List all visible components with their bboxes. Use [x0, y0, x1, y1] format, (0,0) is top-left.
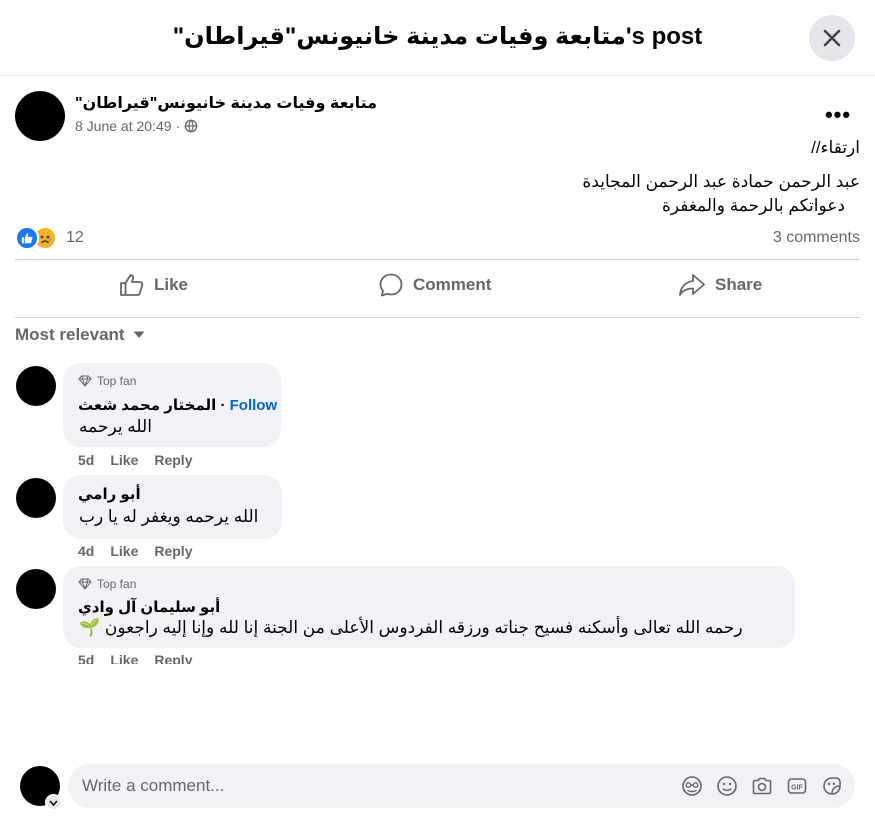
emoji-icon[interactable]: [716, 775, 738, 797]
comment-label: Comment: [413, 275, 492, 294]
avatar-sticker-icon[interactable]: [681, 775, 703, 797]
comment-sort-dropdown[interactable]: Most relevant: [15, 325, 145, 345]
comment-bubble: أبو رامي الله يرحمه ويغفر له يا رب: [63, 475, 282, 539]
modal-title: "متابعة وفيات مدينة خانيونس"قيراطان's po…: [172, 23, 703, 50]
share-icon: [679, 274, 705, 296]
sort-label: Most relevant: [15, 325, 125, 344]
diamond-icon: [78, 578, 92, 590]
top-fan-label: Top fan: [97, 577, 137, 591]
comment-text: رحمه الله تعالى وأسكنه فسيح جناته ورزقه …: [79, 618, 743, 637]
commenter-name[interactable]: أبو رامي: [78, 485, 141, 503]
diamond-icon: [78, 375, 92, 387]
reactions-summary[interactable]: 12: [15, 226, 84, 250]
like-label: Like: [154, 275, 189, 294]
top-fan-badge: Top fan: [78, 374, 136, 388]
commenter-name-text[interactable]: المختار محمد شعث: [78, 397, 216, 414]
post-author-avatar[interactable]: [15, 91, 65, 141]
commenter-avatar[interactable]: [16, 569, 56, 609]
more-options-button[interactable]: •••: [818, 100, 858, 130]
comment-reply-button[interactable]: Reply: [154, 652, 192, 664]
name-separator: ·: [220, 397, 230, 414]
comment-time[interactable]: 5d: [78, 452, 94, 468]
like-button[interactable]: Like: [119, 264, 188, 306]
comment-text: الله يرحمه: [79, 417, 152, 436]
caret-down-icon: [133, 331, 145, 338]
comment-text: الله يرحمه ويغفر له يا رب: [79, 507, 259, 526]
comment-reply-button[interactable]: Reply: [154, 452, 192, 468]
globe-icon: [184, 119, 198, 133]
comment-composer: GIF: [68, 764, 855, 808]
account-switcher[interactable]: [45, 794, 62, 811]
comment-count[interactable]: 3 comments: [773, 229, 860, 247]
modal-header: "متابعة وفيات مدينة خانيونس"قيراطان's po…: [0, 0, 875, 76]
comment-actions: 5d Like Reply: [78, 652, 208, 664]
svg-text:GIF: GIF: [791, 784, 803, 791]
comment-actions: 4d Like Reply: [78, 543, 208, 559]
like-reaction-icon: [15, 226, 39, 250]
post-text-line-2: عبد الرحمن حمادة عبد الرحمن المجايدة: [582, 172, 860, 191]
comment-icon: [379, 273, 403, 297]
close-icon: [823, 29, 841, 47]
comment-bubble: Top fan المختار محمد شعث · Follow الله ي…: [63, 363, 281, 447]
commenter-name: المختار محمد شعث · Follow: [78, 396, 277, 414]
commenter-avatar[interactable]: [16, 478, 56, 518]
top-fan-label: Top fan: [97, 374, 137, 388]
gif-icon[interactable]: GIF: [786, 775, 808, 797]
follow-button[interactable]: Follow: [230, 397, 278, 414]
sticker-icon[interactable]: [821, 775, 843, 797]
comment-like-button[interactable]: Like: [110, 543, 138, 559]
comments-list: Top fan المختار محمد شعث · Follow الله ي…: [0, 360, 875, 664]
post-text-line-3: دعواتكم بالرحمة والمغفرة: [661, 196, 845, 215]
top-fan-badge: Top fan: [78, 577, 136, 591]
comment-time[interactable]: 5d: [78, 652, 94, 664]
like-icon: [120, 274, 144, 296]
commenter-avatar[interactable]: [16, 366, 56, 406]
post-meta: 8 June at 20:49 ·: [75, 118, 198, 134]
camera-icon[interactable]: [751, 775, 773, 797]
divider: [15, 259, 860, 260]
share-label: Share: [715, 275, 763, 294]
comment-like-button[interactable]: Like: [110, 452, 138, 468]
post-text-line-1: ارتقاء//: [811, 138, 860, 157]
comment-actions: 5d Like Reply: [78, 452, 208, 468]
comment-like-button[interactable]: Like: [110, 652, 138, 664]
commenter-name[interactable]: أبو سليمان آل وادي: [78, 598, 220, 616]
divider: [15, 317, 860, 318]
comment-input[interactable]: [82, 764, 662, 808]
meta-separator: ·: [175, 118, 181, 134]
comment-reply-button[interactable]: Reply: [154, 543, 192, 559]
share-button[interactable]: Share: [678, 264, 762, 306]
post-timestamp[interactable]: 8 June at 20:49: [75, 118, 172, 134]
reaction-count: 12: [66, 229, 84, 246]
comment-time[interactable]: 4d: [78, 543, 94, 559]
comment-bubble: Top fan أبو سليمان آل وادي رحمه الله تعا…: [63, 566, 795, 648]
close-button[interactable]: [809, 15, 855, 61]
comment-button[interactable]: Comment: [378, 264, 491, 306]
chevron-down-icon: [49, 800, 58, 806]
more-icon: •••: [824, 102, 852, 127]
post-author-name[interactable]: "متابعة وفيات مدينة خانيونس"قيراطان: [75, 93, 377, 113]
